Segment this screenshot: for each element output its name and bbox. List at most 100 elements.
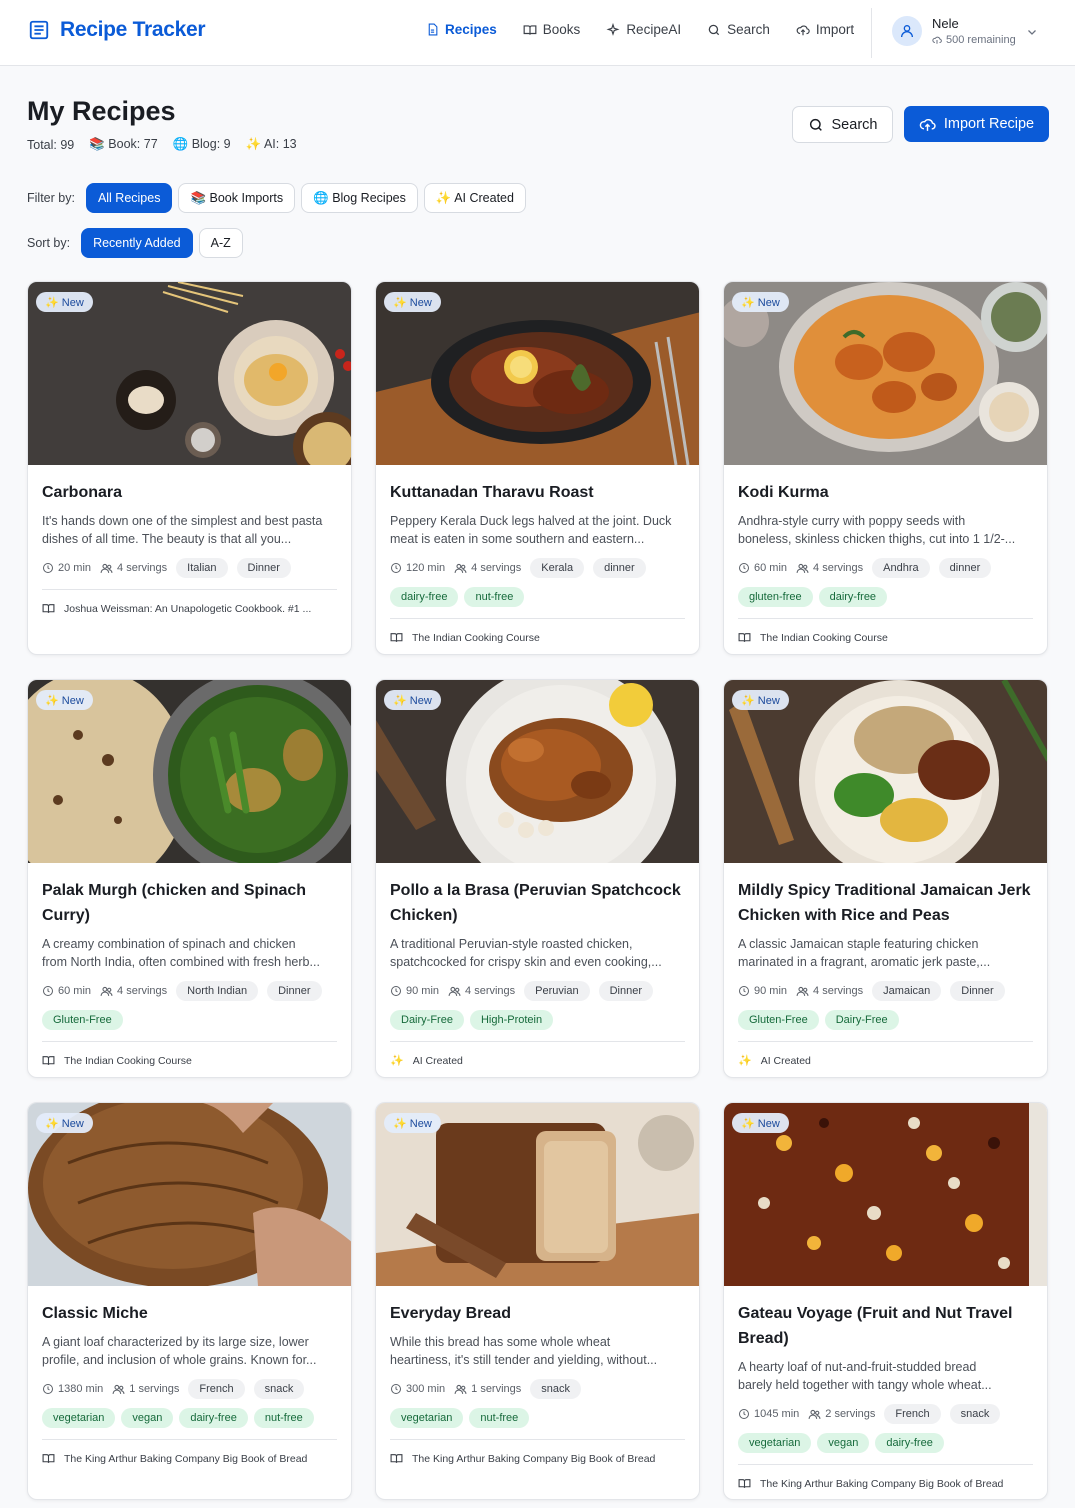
card-divider <box>390 1439 685 1440</box>
diet-tags: Gluten-Free Dairy-Free <box>738 1010 1033 1030</box>
cook-time-label: 120 min <box>406 562 446 574</box>
recipe-description: Andhra-style curry with poppy seeds with… <box>738 512 1033 548</box>
source-label: The Indian Cooking Course <box>64 1054 192 1067</box>
recipe-meta: 1045 min 2 servings French snack <box>738 1404 1033 1424</box>
recipe-description-line: spatchcocked for crispy skin and even co… <box>390 955 662 969</box>
document-icon <box>428 23 438 36</box>
recipe-description-line: from North India, often combined with fr… <box>42 955 320 969</box>
sort-a-z[interactable]: A-Z <box>198 228 243 258</box>
brand[interactable]: Recipe Tracker <box>28 18 206 42</box>
servings-label: 4 servings <box>471 562 522 574</box>
nav-recipes[interactable]: Recipes <box>426 22 497 37</box>
sort-bar: Sort by: Recently Added A-Z <box>27 228 243 258</box>
course-pill: snack <box>253 1379 305 1399</box>
card-divider <box>390 618 685 619</box>
servings: 2 servings <box>808 1408 875 1421</box>
book-icon <box>42 604 55 613</box>
nav-divider <box>871 8 872 58</box>
clock-icon <box>739 1409 749 1419</box>
recipe-title: Mildly Spicy Traditional Jamaican Jerk C… <box>738 882 1031 924</box>
recipe-description-line: dishes of all time. The beauty is that a… <box>42 532 292 546</box>
cuisine-pill: French <box>188 1379 245 1399</box>
recipe-description: A hearty loaf of nut-and-fruit-studded b… <box>738 1358 1033 1394</box>
recipe-card[interactable]: ✨ New Pollo a la Brasa (Peruvian Spatchc… <box>375 679 700 1078</box>
servings: 4 servings <box>448 985 515 998</box>
cook-time: 60 min <box>738 562 787 574</box>
users-icon <box>796 563 809 573</box>
recipe-description-line: meat is eaten in some southern and easte… <box>390 532 645 546</box>
recipe-description: A traditional Peruvian-style roasted chi… <box>390 935 685 971</box>
course-pill: Dinner <box>598 981 653 1001</box>
recipe-meta: 60 min 4 servings North Indian Dinner <box>42 981 337 1001</box>
diet-tag: vegan <box>817 1433 870 1453</box>
recipe-title: Carbonara <box>42 484 123 501</box>
source-label: The King Arthur Baking Company Big Book … <box>412 1452 656 1465</box>
servings-label: 4 servings <box>465 985 516 997</box>
recipe-source: ✨ AI Created <box>390 1054 685 1068</box>
new-badge: ✨ New <box>36 690 93 710</box>
import-button-label: Import Recipe <box>943 116 1035 132</box>
recipe-description-line: profile, and inclusion of whole grains. … <box>42 1353 317 1367</box>
diet-tags: Dairy-Free High-Protein <box>390 1010 685 1030</box>
search-button[interactable]: Search <box>792 106 893 143</box>
diet-tags: gluten-free dairy-free <box>738 587 1033 607</box>
diet-tag: High-Protein <box>469 1010 554 1030</box>
recipe-meta: 1380 min 1 servings French snack <box>42 1379 337 1399</box>
recipe-description-line: A classic Jamaican staple featuring chic… <box>738 937 979 951</box>
new-badge: ✨ New <box>384 292 441 312</box>
recipe-card[interactable]: ✨ New Gateau Voyage (Fruit and Nut Trave… <box>723 1102 1048 1500</box>
cloud-upload-icon <box>919 118 936 131</box>
servings-label: 4 servings <box>813 562 864 574</box>
clock-icon <box>43 1384 53 1394</box>
filter-book-imports[interactable]: 📚 Book Imports <box>178 183 296 213</box>
filter-ai-created[interactable]: ✨ AI Created <box>423 183 526 213</box>
recipe-card[interactable]: ✨ New Mildly Spicy Traditional Jamaican … <box>723 679 1048 1078</box>
recipe-description-line: It's hands down one of the simplest and … <box>42 514 323 528</box>
cuisine-pill: North Indian <box>176 981 259 1001</box>
nav-import[interactable]: Import <box>796 22 854 37</box>
source-label: Joshua Weissman: An Unapologetic Cookboo… <box>64 602 312 615</box>
recipe-title: Pollo a la Brasa (Peruvian Spatchcock Ch… <box>390 882 681 924</box>
recipe-card[interactable]: ✨ New Everyday Bread While this bread ha… <box>375 1102 700 1500</box>
book-icon <box>390 633 403 642</box>
nav-search[interactable]: Search <box>707 22 770 37</box>
recipe-meta: 300 min 1 servings snack <box>390 1379 685 1399</box>
main-nav: Recipes Books RecipeAI Search Import <box>426 22 880 37</box>
recipe-source: The Indian Cooking Course <box>390 631 685 644</box>
new-badge: ✨ New <box>36 292 93 312</box>
recipe-card[interactable]: ✨ New Palak Murgh (chicken and Spinach C… <box>27 679 352 1078</box>
users-icon <box>100 563 113 573</box>
users-icon <box>112 1384 125 1394</box>
cuisine-pill: French <box>884 1404 941 1424</box>
filter-all-recipes[interactable]: All Recipes <box>85 183 173 213</box>
cook-time: 1045 min <box>738 1408 799 1420</box>
import-recipe-button[interactable]: Import Recipe <box>904 106 1049 142</box>
recipe-description: Peppery Kerala Duck legs halved at the j… <box>390 512 685 548</box>
chevron-down-icon[interactable] <box>1026 26 1038 38</box>
servings-label: 4 servings <box>117 562 168 574</box>
users-icon <box>100 986 113 996</box>
recipe-card[interactable]: ✨ New Kuttanadan Tharavu Roast Peppery K… <box>375 281 700 655</box>
cook-time-label: 60 min <box>754 562 788 574</box>
book-count: 📚 Book: 77 <box>89 137 158 151</box>
diet-tag: nut-free <box>464 587 525 607</box>
course-pill: Dinner <box>950 981 1005 1001</box>
recipe-photo: ✨ New <box>28 680 351 863</box>
nav-books[interactable]: Books <box>523 22 580 37</box>
nav-recipeai[interactable]: RecipeAI <box>606 22 681 37</box>
servings-label: 4 servings <box>813 985 864 997</box>
recipe-card[interactable]: ✨ New Carbonara It's hands down one of t… <box>27 281 352 655</box>
diet-tag: dairy-free <box>390 587 459 607</box>
filter-blog-recipes[interactable]: 🌐 Blog Recipes <box>301 183 418 213</box>
users-icon <box>448 986 461 996</box>
recipe-card[interactable]: ✨ New Kodi Kurma Andhra-style curry with… <box>723 281 1048 655</box>
sort-recently-added[interactable]: Recently Added <box>81 228 193 258</box>
recipe-meta: 120 min 4 servings Kerala dinner <box>390 558 685 578</box>
user-menu[interactable]: Nele 500 remaining <box>892 16 1016 46</box>
servings: 4 servings <box>796 562 863 575</box>
avatar <box>892 16 922 46</box>
recipe-card[interactable]: ✨ New Classic Miche A giant loaf charact… <box>27 1102 352 1500</box>
diet-tag: Dairy-Free <box>390 1010 464 1030</box>
recipe-description-line: Peppery Kerala Duck legs halved at the j… <box>390 514 672 528</box>
recipe-meta: 60 min 4 servings Andhra dinner <box>738 558 1033 578</box>
